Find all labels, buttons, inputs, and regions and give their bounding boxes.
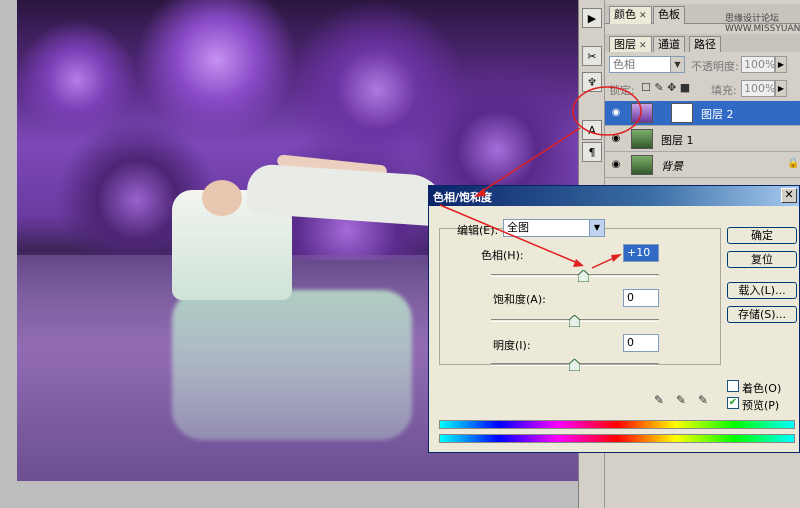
chevron-down-icon: ▼ xyxy=(670,57,684,72)
hue-label: 色相(H): xyxy=(481,249,524,262)
result-color-bar xyxy=(439,434,795,443)
source-color-bar xyxy=(439,420,795,429)
lock-icons[interactable]: ☐ ✎ ✥ ■ xyxy=(641,81,690,94)
saturation-slider-thumb[interactable] xyxy=(569,315,580,327)
brush-icon[interactable]: ♆ xyxy=(582,72,602,92)
paragraph-icon[interactable]: ¶ xyxy=(582,142,602,162)
close-icon[interactable]: ✕ xyxy=(639,11,647,21)
opacity-arrow-icon[interactable]: ▶ xyxy=(775,56,787,73)
play-icon[interactable]: ▶ xyxy=(582,8,602,28)
layer-name[interactable]: 图层 1 xyxy=(661,132,694,148)
blend-mode-select[interactable]: 色相 ▼ xyxy=(609,56,685,73)
saturation-label: 饱和度(A): xyxy=(493,293,546,306)
bride-figure xyxy=(167,154,467,300)
reset-button[interactable]: 复位 xyxy=(727,251,797,268)
lock-label: 锁定: xyxy=(609,84,635,97)
fill-label: 填充: xyxy=(711,84,737,97)
eye-icon[interactable]: ◉ xyxy=(609,107,623,119)
color-tabbar: 颜色✕ 色板 思缘设计论坛 WWW.MISSYUAN.COM xyxy=(605,4,800,34)
watermark-text: 思缘设计论坛 WWW.MISSYUAN.COM xyxy=(725,14,800,34)
lightness-slider-thumb[interactable] xyxy=(569,359,580,371)
tab-color[interactable]: 颜色 ✕ xyxy=(609,6,652,24)
layer-row-2[interactable]: ◉ 图层 2 xyxy=(605,101,800,126)
colorize-label: 着色(O) xyxy=(742,382,782,395)
load-button[interactable]: 载入(L)... xyxy=(727,282,797,299)
close-button[interactable]: ✕ xyxy=(781,188,797,203)
ok-button[interactable]: 确定 xyxy=(727,227,797,244)
eyedropper-plus-icon[interactable]: ✎ xyxy=(673,392,689,408)
hue-input[interactable]: +10 xyxy=(623,244,659,262)
dialog-title: 色相/饱和度 xyxy=(433,191,493,204)
layer-thumbnail xyxy=(631,129,653,149)
layer-row-1[interactable]: ◉ 图层 1 xyxy=(605,127,800,152)
layer-thumbnail xyxy=(631,155,653,175)
hue-slider[interactable] xyxy=(491,274,659,277)
tab-swatches[interactable]: 色板 xyxy=(653,6,685,24)
layer-name[interactable]: 图层 2 xyxy=(701,106,734,122)
eyedropper-icon[interactable]: ✎ xyxy=(651,392,667,408)
character-icon[interactable]: A xyxy=(582,120,602,140)
lightness-label: 明度(I): xyxy=(493,339,531,352)
eye-icon[interactable]: ◉ xyxy=(609,159,623,171)
layer-controls: 色相 ▼ 不透明度: 100% ▶ 锁定: ☐ ✎ ✥ ■ 填充: 100% ▶ xyxy=(605,52,800,100)
lightness-input[interactable]: 0 xyxy=(623,334,659,352)
lock-icon: 🔒 xyxy=(787,158,800,169)
preview-checkbox[interactable]: ✔ xyxy=(727,397,739,409)
opacity-field[interactable]: 100% xyxy=(741,56,775,73)
layer-row-background[interactable]: ◉ 背景 🔒 xyxy=(605,153,800,178)
dialog-titlebar[interactable]: 色相/饱和度 ✕ xyxy=(429,186,799,206)
hue-slider-thumb[interactable] xyxy=(578,270,589,282)
chevron-down-icon: ▼ xyxy=(589,220,604,236)
scissors-icon[interactable]: ✂ xyxy=(582,46,602,66)
saturation-input[interactable]: 0 xyxy=(623,289,659,307)
close-icon[interactable]: ✕ xyxy=(639,41,647,51)
eye-icon[interactable]: ◉ xyxy=(609,133,623,145)
layers-tabbar: 图层 ✕ 通道 路径 xyxy=(605,34,800,54)
edit-select[interactable]: 全图 ▼ xyxy=(503,219,605,237)
opacity-label: 不透明度: xyxy=(691,60,739,73)
hue-saturation-dialog: 色相/饱和度 ✕ 编辑(E): 全图 ▼ 色相(H): +10 饱和度(A): 0… xyxy=(428,185,800,453)
bride-reflection xyxy=(172,290,412,440)
eyedropper-minus-icon[interactable]: ✎ xyxy=(695,392,711,408)
save-button[interactable]: 存储(S)... xyxy=(727,306,797,323)
fill-arrow-icon[interactable]: ▶ xyxy=(775,80,787,97)
fill-field[interactable]: 100% xyxy=(741,80,775,97)
preview-label: 预览(P) xyxy=(742,399,780,412)
layer-name[interactable]: 背景 xyxy=(661,158,683,174)
layer-thumbnail xyxy=(631,103,653,123)
colorize-checkbox[interactable] xyxy=(727,380,739,392)
edit-label: 编辑(E): xyxy=(457,224,499,237)
layer-mask-thumbnail[interactable] xyxy=(671,103,693,123)
